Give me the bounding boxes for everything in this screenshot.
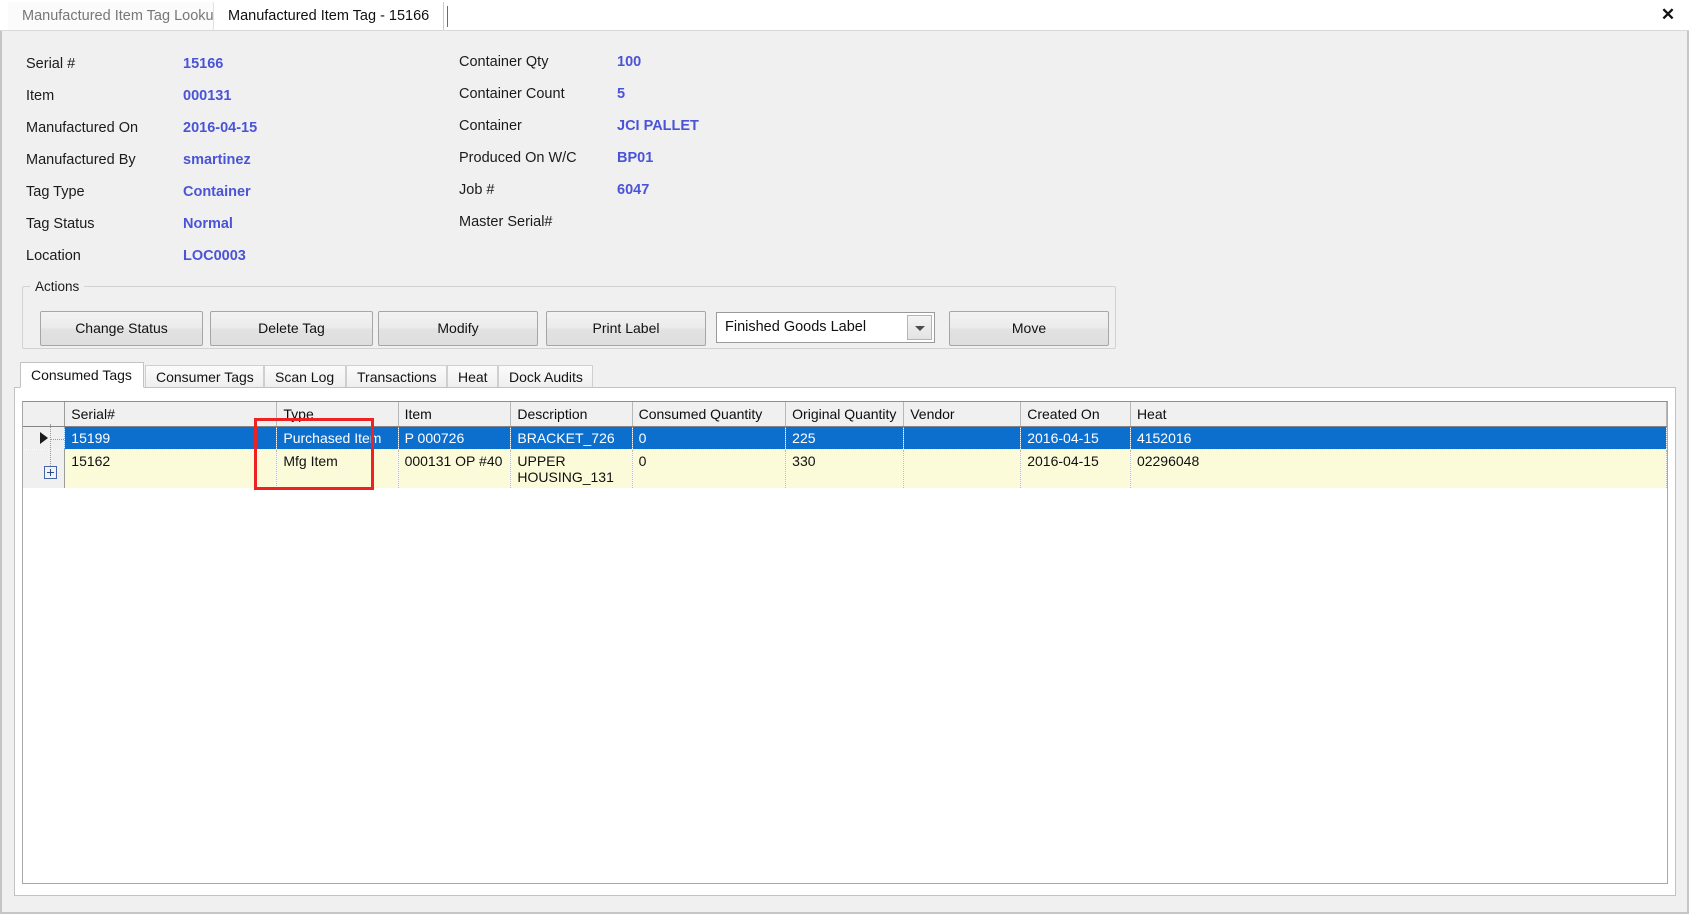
chevron-down-icon[interactable] (907, 315, 932, 340)
column-header-item[interactable]: Item (398, 402, 512, 427)
close-icon[interactable]: ✕ (1657, 4, 1679, 26)
field-value-serial: 15166 (183, 56, 224, 72)
cell-description: UPPER HOUSING_131 (510, 449, 633, 488)
tab-consumer-tags[interactable]: Consumer Tags (145, 365, 264, 388)
move-button[interactable]: Move (949, 311, 1109, 346)
cell-consumed-quantity: 0 (632, 426, 787, 450)
document-tab-lookup[interactable]: Manufactured Item Tag Lookup (8, 2, 237, 30)
field-value-tag-type: Container (183, 184, 251, 200)
column-header-created-on[interactable]: Created On (1020, 402, 1131, 427)
label-type-select-value: Finished Goods Label (725, 319, 867, 335)
field-label-job: Job # (459, 182, 495, 198)
cell-created-on: 2016-04-15 (1020, 426, 1131, 450)
field-label-serial: Serial # (26, 56, 76, 72)
print-label-button[interactable]: Print Label (546, 311, 706, 346)
column-header-heat[interactable]: Heat (1130, 402, 1667, 427)
tag-detail-fields: Serial # Item Manufactured On Manufactur… (0, 31, 1689, 264)
field-value-container-count: 5 (617, 86, 626, 102)
actions-group-title: Actions (30, 279, 85, 294)
column-header-consumed-quantity[interactable]: Consumed Quantity (632, 402, 787, 427)
tab-consumed-tags[interactable]: Consumed Tags (20, 362, 144, 388)
detail-tab-control: Consumed Tags Consumer Tags Scan Log Tra… (14, 362, 1676, 896)
field-label-manufactured-by: Manufactured By (26, 152, 136, 168)
field-value-item: 000131 (183, 88, 232, 104)
field-label-item: Item (26, 88, 55, 104)
cell-serial: 15162 (64, 449, 278, 488)
field-label-manufactured-on: Manufactured On (26, 120, 139, 136)
row-selector-caret-icon[interactable] (23, 426, 66, 450)
consumed-tags-table: Serial# Type Item Description Consumed Q… (23, 402, 1667, 488)
delete-tag-button[interactable]: Delete Tag (210, 311, 373, 346)
application-window: Manufactured Item Tag Lookup Manufacture… (0, 0, 1689, 914)
field-label-tag-status: Tag Status (26, 216, 95, 232)
cell-consumed-quantity: 0 (632, 449, 787, 488)
field-value-container-qty: 100 (617, 54, 642, 70)
detail-tab-strip: Consumed Tags Consumer Tags Scan Log Tra… (14, 362, 1676, 388)
expander-plus-icon[interactable] (44, 466, 57, 479)
column-header-vendor[interactable]: Vendor (903, 402, 1022, 427)
cell-original-quantity: 330 (785, 449, 905, 488)
tree-connector-branch (50, 439, 64, 441)
tree-connector-line (50, 424, 52, 468)
field-value-job: 6047 (617, 182, 650, 198)
field-label-location: Location (26, 248, 81, 264)
column-header-original-quantity[interactable]: Original Quantity (785, 402, 905, 427)
tab-transactions[interactable]: Transactions (346, 365, 447, 388)
tab-scan-log[interactable]: Scan Log (264, 365, 346, 388)
row-header-corner (23, 402, 66, 427)
detail-tab-panel: Serial# Type Item Description Consumed Q… (14, 387, 1676, 896)
field-label-master-serial: Master Serial# (459, 214, 553, 230)
table-row[interactable]: 15162 Mfg Item 000131 OP #40 UPPER HOUSI… (23, 449, 1667, 488)
field-value-manufactured-by: smartinez (183, 152, 251, 168)
field-label-tag-type: Tag Type (26, 184, 85, 200)
table-header-row: Serial# Type Item Description Consumed Q… (23, 402, 1667, 427)
tab-heat[interactable]: Heat (447, 365, 498, 388)
field-label-container-count: Container Count (459, 86, 565, 102)
cell-heat: 02296048 (1130, 449, 1667, 488)
field-value-tag-status: Normal (183, 216, 233, 232)
field-label-container-qty: Container Qty (459, 54, 549, 70)
cell-vendor (903, 426, 1022, 450)
field-label-produced-on-wc: Produced On W/C (459, 150, 577, 166)
cell-type: Mfg Item (276, 449, 399, 488)
field-value-produced-on-wc: BP01 (617, 150, 654, 166)
cell-serial: 15199 (64, 426, 278, 450)
field-label-container: Container (459, 118, 522, 134)
field-value-manufactured-on: 2016-04-15 (183, 120, 258, 136)
cell-heat: 4152016 (1130, 426, 1667, 450)
field-value-location: LOC0003 (183, 248, 246, 264)
cell-item: P 000726 (398, 426, 512, 450)
column-header-serial[interactable]: Serial# (64, 402, 278, 427)
document-tab-item-tag[interactable]: Manufactured Item Tag - 15166 (213, 2, 449, 30)
label-type-select[interactable]: Finished Goods Label (716, 312, 935, 343)
cell-item: 000131 OP #40 (398, 449, 512, 488)
document-tab-strip: Manufactured Item Tag Lookup Manufacture… (0, 0, 1689, 31)
cell-type: Purchased Item (276, 426, 399, 450)
cell-original-quantity: 225 (785, 426, 905, 450)
cell-description: BRACKET_726 (510, 426, 633, 450)
column-header-type[interactable]: Type (276, 402, 399, 427)
consumed-tags-grid[interactable]: Serial# Type Item Description Consumed Q… (22, 401, 1668, 884)
modify-button[interactable]: Modify (378, 311, 538, 346)
cell-vendor (903, 449, 1022, 488)
column-header-description[interactable]: Description (510, 402, 633, 427)
field-value-container: JCI PALLET (617, 118, 699, 134)
tab-dock-audits[interactable]: Dock Audits (498, 365, 593, 388)
change-status-button[interactable]: Change Status (40, 311, 203, 346)
cell-created-on: 2016-04-15 (1020, 449, 1131, 488)
table-row[interactable]: 15199 Purchased Item P 000726 BRACKET_72… (23, 426, 1667, 450)
